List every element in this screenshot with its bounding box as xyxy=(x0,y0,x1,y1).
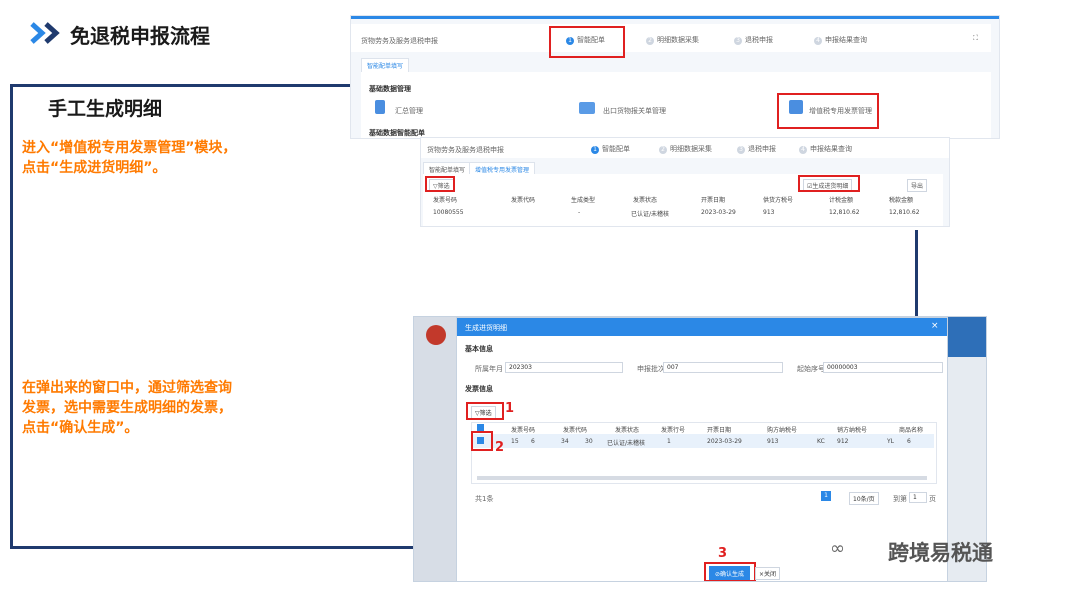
page-unit: 页 xyxy=(929,495,936,503)
field-label-start-seq: 起始序号 xyxy=(797,365,825,373)
select-all-checkbox[interactable] xyxy=(477,424,484,431)
step2-2[interactable]: 2 明细数据采集 xyxy=(659,144,712,154)
highlight-confirm xyxy=(704,562,756,581)
module-summary[interactable]: 汇总管理 xyxy=(395,106,423,116)
expand-icon[interactable]: ⛶ xyxy=(973,34,978,43)
close-button[interactable]: ×关闭 xyxy=(755,567,781,580)
wechat-icon: ∞ xyxy=(830,538,845,559)
generate-detail-modal: 生成进货明细 × 基本信息 所属年月 202303 申报批次 007 起始序号 … xyxy=(456,317,948,581)
breadcrumb-2: 货物劳务及服务退税申报 xyxy=(427,146,504,154)
double-chevron-icon xyxy=(30,22,60,44)
highlight-smart-matching xyxy=(549,26,625,58)
total-count: 共1条 xyxy=(475,495,494,503)
emblem-icon xyxy=(426,325,446,345)
annotation-1: 1 xyxy=(505,401,515,416)
basic-info-section: 基本信息 xyxy=(465,345,493,353)
slide-title: 免退税申报流程 xyxy=(70,24,210,48)
step-3[interactable]: 3 退税申报 xyxy=(734,35,773,45)
customs-icon xyxy=(579,102,595,114)
invoice-table xyxy=(471,422,937,484)
invoice-info-section: 发票信息 xyxy=(465,385,493,393)
start-seq-input[interactable]: 00000003 xyxy=(823,362,943,373)
page-size-select[interactable]: 10条/页 xyxy=(849,492,879,505)
highlight-vat-invoice xyxy=(777,93,879,129)
goto-label: 到第 xyxy=(893,495,907,503)
instruction-1: 进入“增值税专用发票管理”模块， 点击“生成进货明细”。 xyxy=(22,140,237,176)
highlight-row-checkbox xyxy=(471,431,493,451)
goto-page-input[interactable]: 1 xyxy=(909,492,927,503)
module-customs[interactable]: 出口货物报关单管理 xyxy=(603,106,666,116)
modal-title: 生成进货明细 xyxy=(465,324,507,332)
frame-top-line xyxy=(10,84,350,87)
export-button[interactable]: 导出 xyxy=(907,179,928,192)
section-subtitle: 手工生成明细 xyxy=(48,98,163,120)
summary-icon xyxy=(375,100,385,114)
step-2[interactable]: 2 明细数据采集 xyxy=(646,35,699,45)
screenshot-vat-invoice: 货物劳务及服务退税申报 1 智能配单 2 明细数据采集 3 退税申报 4 申报结果查询 … xyxy=(420,137,950,227)
frame-bottom-line xyxy=(10,546,420,549)
instruction-2: 在弹出来的窗口中，通过筛选查询 发票，选中需要生成明细的发票， 点击“确认生成”… xyxy=(22,380,232,436)
frame-left-line xyxy=(10,84,13,549)
batch-input[interactable]: 007 xyxy=(663,362,783,373)
step-4[interactable]: 4 申报结果查询 xyxy=(814,35,867,45)
page-1-button[interactable]: 1 xyxy=(821,491,831,501)
step2-1[interactable]: 1 智能配单 xyxy=(591,144,630,154)
close-icon[interactable]: × xyxy=(931,321,939,331)
field-label-year-month: 所属年月 xyxy=(475,365,503,373)
step2-4[interactable]: 4 申报结果查询 xyxy=(799,144,852,154)
tab-smart-matching[interactable]: 智能配单填写 xyxy=(361,58,410,73)
frame-right-line xyxy=(915,230,918,318)
breadcrumb: 货物劳务及服务退税申报 xyxy=(361,37,438,45)
field-label-batch: 申报批次 xyxy=(637,365,665,373)
section-smart-matching: 基础数据智能配单 xyxy=(369,129,425,137)
highlight-filter xyxy=(425,176,455,192)
highlight-generate xyxy=(798,175,860,192)
year-month-input[interactable]: 202303 xyxy=(505,362,623,373)
step2-3[interactable]: 3 退税申报 xyxy=(737,144,776,154)
annotation-3: 3 xyxy=(718,546,728,561)
screenshot-smart-matching: 货物劳务及服务退税申报 1 智能配单 2 明细数据采集 3 退税申报 4 申报结果查询 … xyxy=(350,15,1000,139)
section-basic-data: 基础数据管理 xyxy=(369,85,411,93)
horizontal-scrollbar[interactable] xyxy=(477,476,927,480)
highlight-modal-filter xyxy=(466,402,504,420)
watermark-text: 跨境易税通 xyxy=(888,541,993,565)
annotation-2: 2 xyxy=(495,440,505,455)
